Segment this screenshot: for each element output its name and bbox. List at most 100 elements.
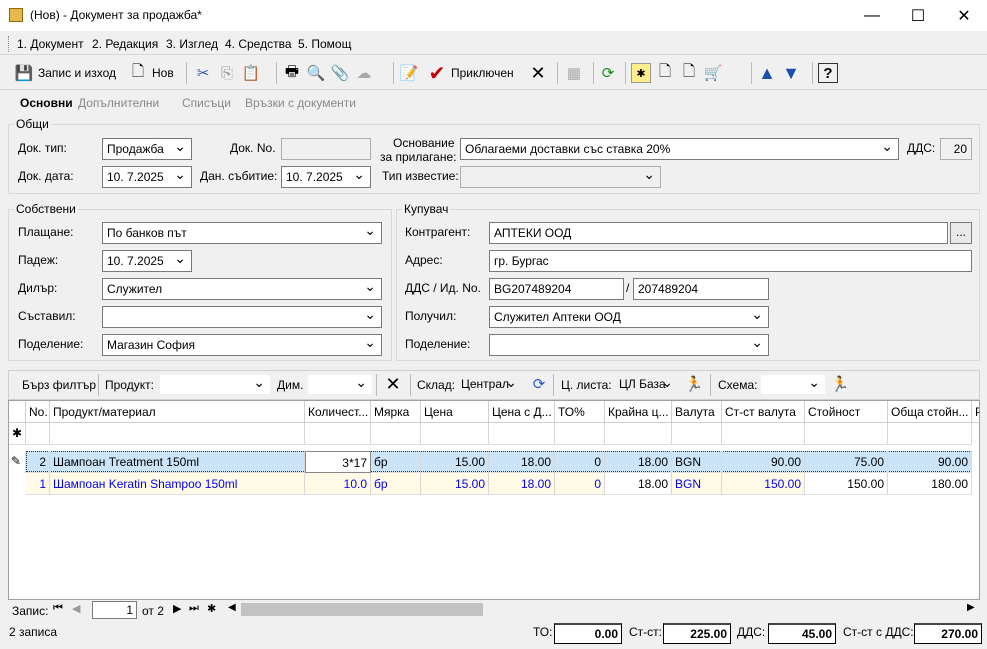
due-date-picker[interactable]: 10. 7.2025 [102,250,192,272]
copy-item-icon[interactable]: 🗋 [679,63,699,83]
arrow-down-icon[interactable]: ▼ [781,63,801,83]
tab-additional[interactable]: Допълнителни [78,96,159,110]
attach-icon[interactable]: 📎 [330,63,350,83]
menu-document[interactable]: 1. Документ [17,37,84,51]
cell-total[interactable]: 180.00 [888,473,972,495]
basis-select[interactable]: Облагаеми доставки със ставка 20% [460,138,899,160]
scroll-left-icon[interactable]: ◀ [228,602,236,613]
doc-type-select[interactable]: Продажба [102,138,192,160]
quick-filter-button[interactable]: Бърз филтър [22,378,96,392]
col-price[interactable]: Цена [421,401,489,423]
cell-unit[interactable]: бр [371,473,421,495]
cell-quantity-editor[interactable]: 3*17 [305,451,371,473]
col-no[interactable]: No. [26,401,50,423]
vat-rate-field[interactable]: 20 [940,138,972,160]
product-filter-select[interactable] [160,375,270,394]
col-final-price[interactable]: Крайна ц... [605,401,672,423]
menu-tools[interactable]: 4. Средства [225,37,292,51]
tab-lists[interactable]: Списъци [182,96,231,110]
author-select[interactable] [102,306,382,328]
col-extra[interactable]: Р [972,401,979,423]
new-button[interactable]: 🗋 Нов [128,60,174,86]
partner-field[interactable]: АПТЕКИ ООД [489,222,948,244]
refresh-icon[interactable]: ⟳ [598,63,618,83]
pricelist-run-icon[interactable]: 🏃 [684,374,704,394]
cell-value[interactable]: 75.00 [805,451,888,473]
print-preview-icon[interactable]: 🔍 [306,63,326,83]
finished-button[interactable]: ✔ Приключен [427,60,514,86]
save-exit-button[interactable]: 💾 Запис и изход [14,60,116,86]
cell-value-currency[interactable]: 150.00 [722,473,805,495]
cell-no[interactable]: 1 [26,473,50,495]
cloud-upload-icon[interactable]: ☁ [354,63,374,83]
maximize-button[interactable]: ☐ [895,0,941,31]
receiver-select[interactable]: Служител Аптеки ООД [489,306,769,328]
col-quantity[interactable]: Количест... [305,401,371,423]
col-total[interactable]: Обща стойн... [888,401,972,423]
new-record-icon[interactable]: ✱ [207,602,216,615]
scroll-right-icon[interactable]: ▶ [967,602,975,613]
paste-icon[interactable]: 📋 [241,63,261,83]
cell-price-vat[interactable]: 18.00 [489,451,555,473]
next-record-icon[interactable]: ▶ [173,602,181,615]
own-division-select[interactable]: Магазин София [102,334,382,356]
cell-price[interactable]: 15.00 [421,451,489,473]
last-record-icon[interactable]: ⏭ [189,602,199,615]
cell-no[interactable]: 2 [26,451,50,473]
payment-select[interactable]: По банков път [102,222,382,244]
notice-type-select[interactable] [460,166,661,188]
horizontal-scrollbar-thumb[interactable] [241,603,483,616]
col-product[interactable]: Продукт/материал [50,401,305,423]
id-no-field[interactable]: 207489204 [633,278,769,300]
arrow-up-icon[interactable]: ▲ [757,63,777,83]
calculator-icon[interactable]: ▦ [564,63,584,83]
sync-icon[interactable]: ⟳ [529,374,549,394]
new-item-icon[interactable]: 🗋 [655,63,675,83]
col-value-currency[interactable]: Ст-ст валута [722,401,805,423]
tab-main[interactable]: Основни [20,96,73,110]
address-field[interactable]: гр. Бургас [489,250,972,272]
cell-price-vat[interactable]: 18.00 [489,473,555,495]
warehouse-select[interactable]: Централ [458,375,522,394]
cell-discount[interactable]: 0 [555,473,605,495]
cart-icon[interactable]: 🛒 [703,63,723,83]
tab-document-links[interactable]: Връзки с документи [245,96,356,110]
cell-currency[interactable]: BGN [672,473,722,495]
cell-value-currency[interactable]: 90.00 [722,451,805,473]
cell-final-price[interactable]: 18.00 [605,473,672,495]
menu-help[interactable]: 5. Помощ [298,37,351,51]
cell-value[interactable]: 150.00 [805,473,888,495]
copy-icon[interactable]: ⎘ [217,63,237,83]
vat-no-field[interactable]: BG207489204 [489,278,624,300]
prev-record-icon[interactable]: ◀ [72,602,80,615]
scheme-select[interactable] [761,375,825,394]
cell-unit[interactable]: бр [371,451,421,473]
col-currency[interactable]: Валута [672,401,722,423]
menu-edit[interactable]: 2. Редакция [92,37,158,51]
col-discount[interactable]: ТО% [555,401,605,423]
col-unit[interactable]: Мярка [371,401,421,423]
cut-icon[interactable]: ✂ [193,63,213,83]
help-icon[interactable]: ? [818,63,838,83]
pricelist-select[interactable]: ЦЛ База [616,375,678,394]
edit-document-button[interactable]: 📝 [399,60,419,86]
first-record-icon[interactable]: ⏮ [53,602,63,615]
items-grid[interactable]: No. Продукт/материал Количест... Мярка Ц… [8,400,980,600]
menu-view[interactable]: 3. Изглед [166,37,218,51]
cell-discount[interactable]: 0 [555,451,605,473]
dim-filter-select[interactable] [308,375,372,394]
clear-filter-icon[interactable]: ✕ [383,374,403,394]
dealer-select[interactable]: Служител [102,278,382,300]
tax-event-date-picker[interactable]: 10. 7.2025 [281,166,371,188]
minimize-button[interactable]: — [849,0,895,31]
col-price-vat[interactable]: Цена с Д... [489,401,555,423]
doc-date-picker[interactable]: 10. 7.2025 [102,166,192,188]
partner-browse-button[interactable]: ... [950,222,972,244]
cancel-icon[interactable]: ✕ [528,63,548,83]
cell-price[interactable]: 15.00 [421,473,489,495]
scheme-run-icon[interactable]: 🏃 [830,374,850,394]
cell-currency[interactable]: BGN [672,451,722,473]
cell-total[interactable]: 90.00 [888,451,972,473]
cell-final-price[interactable]: 18.00 [605,451,672,473]
cell-product[interactable]: Шампоан Keratin Shampoo 150ml [50,473,305,495]
